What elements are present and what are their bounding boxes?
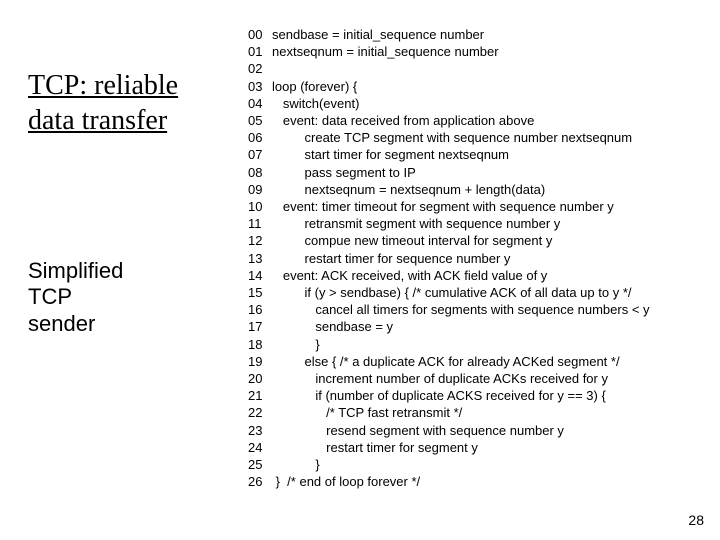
line-text: sendbase = initial_sequence number [272,26,484,43]
line-number: 25 [248,456,272,473]
line-number: 02 [248,60,272,77]
code-line: 12 compue new timeout interval for segme… [248,232,650,249]
line-number: 11 [248,215,272,232]
subtitle-line-1: Simplified [28,258,123,283]
code-line: 23 resend segment with sequence number y [248,422,650,439]
line-number: 15 [248,284,272,301]
code-line: 21 if (number of duplicate ACKS received… [248,387,650,404]
code-line: 11 retransmit segment with sequence numb… [248,215,650,232]
code-line: 04 switch(event) [248,95,650,112]
code-line: 05 event: data received from application… [248,112,650,129]
line-number: 16 [248,301,272,318]
line-text: loop (forever) { [272,78,357,95]
line-number: 23 [248,422,272,439]
line-text: else { /* a duplicate ACK for already AC… [272,353,620,370]
line-text: event: ACK received, with ACK field valu… [272,267,547,284]
line-text: retransmit segment with sequence number … [272,215,560,232]
line-text: restart timer for sequence number y [272,250,510,267]
line-number: 13 [248,250,272,267]
code-line: 20 increment number of duplicate ACKs re… [248,370,650,387]
line-number: 00 [248,26,272,43]
code-line: 01nextseqnum = initial_sequence number [248,43,650,60]
code-line: 25 } [248,456,650,473]
line-text: resend segment with sequence number y [272,422,564,439]
line-number: 05 [248,112,272,129]
line-text: } [272,456,320,473]
line-text: restart timer for segment y [272,439,478,456]
subtitle-line-3: sender [28,311,95,336]
left-column: TCP: reliable data transfer Simplified T… [28,68,238,337]
line-number: 03 [248,78,272,95]
line-text: } [272,336,320,353]
code-line: 06 create TCP segment with sequence numb… [248,129,650,146]
line-text: if (y > sendbase) { /* cumulative ACK of… [272,284,632,301]
line-number: 19 [248,353,272,370]
page-number: 28 [688,512,704,528]
line-number: 17 [248,318,272,335]
line-number: 24 [248,439,272,456]
line-text: create TCP segment with sequence number … [272,129,632,146]
line-number: 26 [248,473,272,490]
code-line: 00sendbase = initial_sequence number [248,26,650,43]
line-text: nextseqnum = initial_sequence number [272,43,499,60]
subtitle-line-2: TCP [28,284,72,309]
code-line: 16 cancel all timers for segments with s… [248,301,650,318]
line-number: 04 [248,95,272,112]
code-line: 07 start timer for segment nextseqnum [248,146,650,163]
line-number: 09 [248,181,272,198]
code-line: 03loop (forever) { [248,78,650,95]
line-text: /* TCP fast retransmit */ [272,404,462,421]
code-line: 26 } /* end of loop forever */ [248,473,650,490]
pseudocode-block: 00sendbase = initial_sequence number01ne… [248,26,650,490]
line-number: 06 [248,129,272,146]
line-text: sendbase = y [272,318,393,335]
code-line: 18 } [248,336,650,353]
code-line: 17 sendbase = y [248,318,650,335]
code-line: 13 restart timer for sequence number y [248,250,650,267]
line-text: event: data received from application ab… [272,112,534,129]
line-text: start timer for segment nextseqnum [272,146,509,163]
line-number: 14 [248,267,272,284]
line-number: 18 [248,336,272,353]
code-line: 14 event: ACK received, with ACK field v… [248,267,650,284]
line-text: increment number of duplicate ACKs recei… [272,370,608,387]
line-number: 21 [248,387,272,404]
line-text: cancel all timers for segments with sequ… [272,301,650,318]
line-text: if (number of duplicate ACKS received fo… [272,387,606,404]
line-number: 12 [248,232,272,249]
line-text: pass segment to IP [272,164,416,181]
line-text: } /* end of loop forever */ [272,473,420,490]
code-line: 08 pass segment to IP [248,164,650,181]
code-line: 02 [248,60,650,77]
code-line: 09 nextseqnum = nextseqnum + length(data… [248,181,650,198]
line-number: 20 [248,370,272,387]
line-number: 08 [248,164,272,181]
code-line: 15 if (y > sendbase) { /* cumulative ACK… [248,284,650,301]
line-number: 10 [248,198,272,215]
line-number: 01 [248,43,272,60]
code-line: 24 restart timer for segment y [248,439,650,456]
code-line: 19 else { /* a duplicate ACK for already… [248,353,650,370]
title-line-2: data transfer [28,105,167,136]
slide-subtitle: Simplified TCP sender [28,258,238,337]
line-number: 07 [248,146,272,163]
title-line-1: TCP: reliable [28,70,178,101]
line-text: compue new timeout interval for segment … [272,232,552,249]
line-number: 22 [248,404,272,421]
line-text: event: timer timeout for segment with se… [272,198,614,215]
code-line: 22 /* TCP fast retransmit */ [248,404,650,421]
code-line: 10 event: timer timeout for segment with… [248,198,650,215]
line-text: switch(event) [272,95,359,112]
line-text: nextseqnum = nextseqnum + length(data) [272,181,545,198]
slide-title: TCP: reliable data transfer [28,68,238,138]
